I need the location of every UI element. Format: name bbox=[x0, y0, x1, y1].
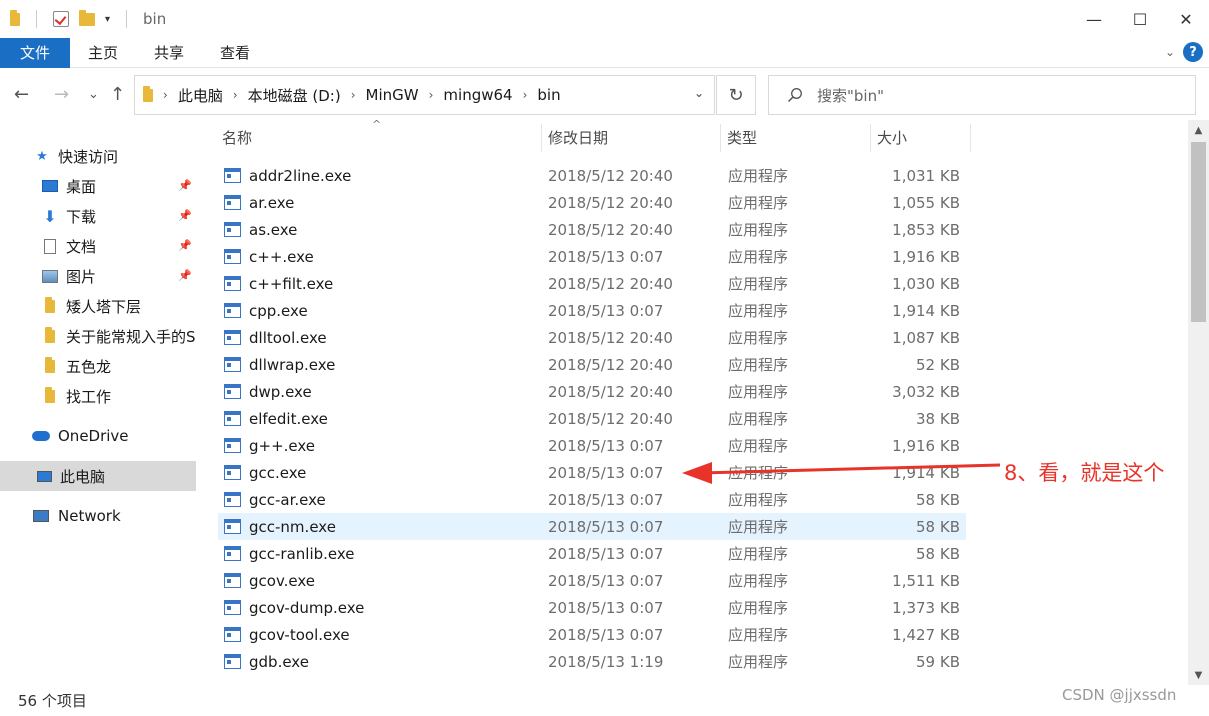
annotation-arrow bbox=[682, 462, 1001, 484]
watermark: CSDN @jjxssdn bbox=[1062, 686, 1177, 704]
annotation-text: 8、看，就是这个 bbox=[1004, 461, 1165, 485]
